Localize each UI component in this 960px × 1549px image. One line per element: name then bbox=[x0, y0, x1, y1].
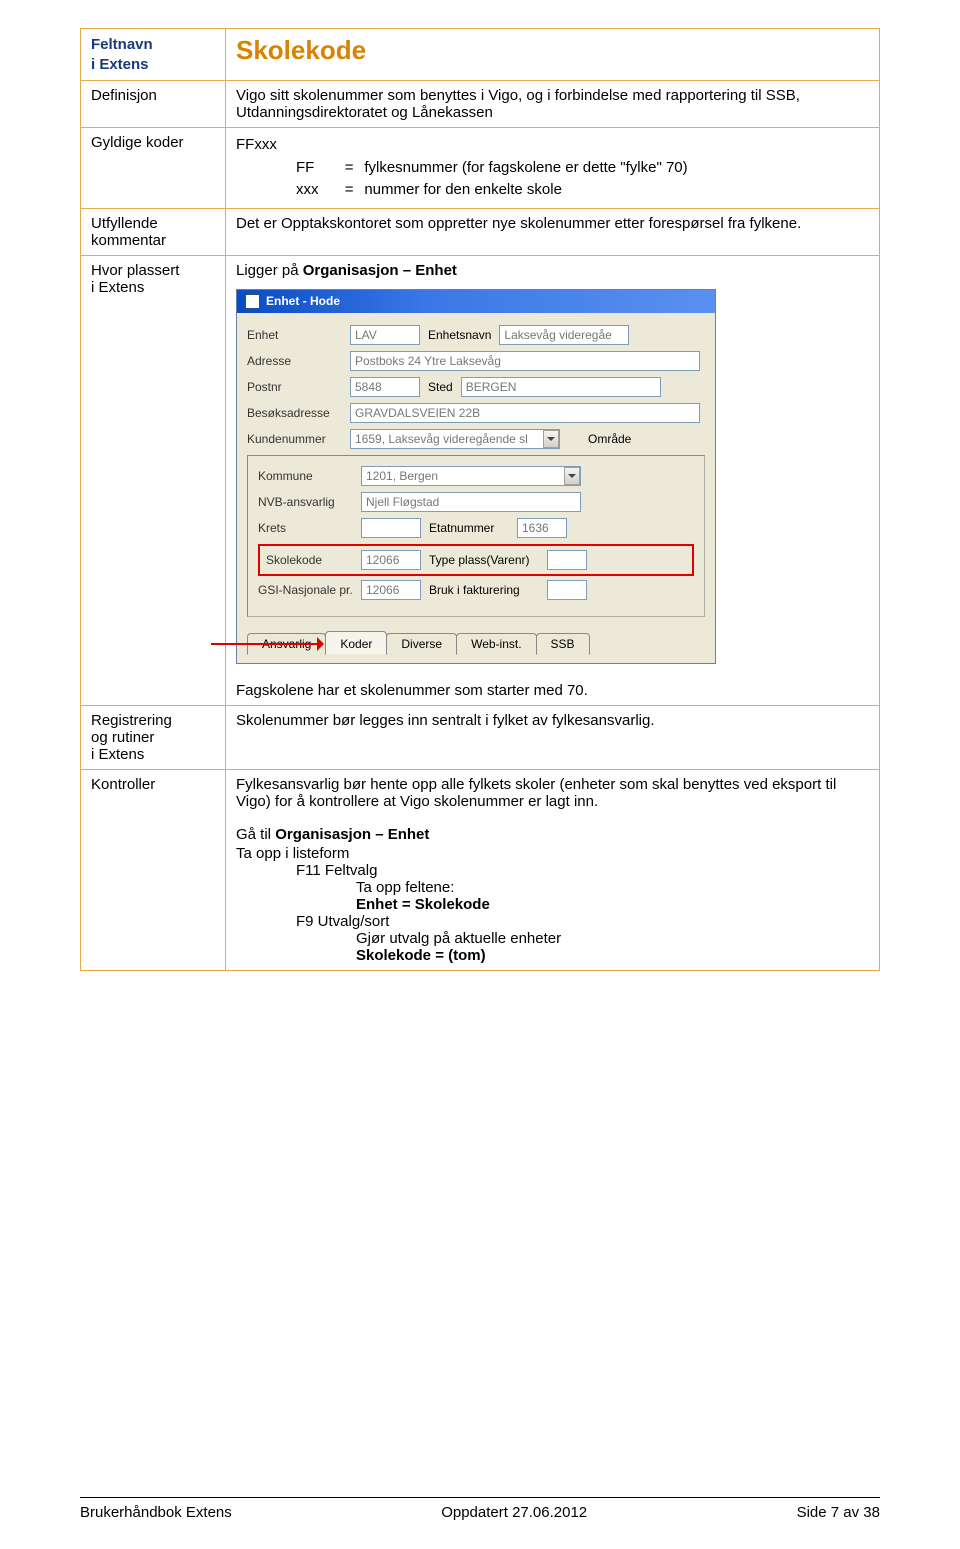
input-nvb[interactable] bbox=[361, 492, 581, 512]
page-footer: Brukerhåndbok Extens Oppdatert 27.06.201… bbox=[80, 1497, 880, 1521]
label-sted: Sted bbox=[428, 380, 453, 394]
reg-label-l1: Registrering bbox=[91, 712, 172, 729]
comment-label: Utfyllende kommentar bbox=[81, 208, 226, 255]
window-titlebar[interactable]: Enhet - Hode bbox=[237, 290, 715, 313]
chevron-down-icon[interactable] bbox=[543, 430, 559, 448]
code-desc-1: fylkesnummer (for fagskolene er dette "f… bbox=[364, 159, 687, 176]
label-omrade: Område bbox=[588, 432, 631, 446]
comment-label-l2: kommentar bbox=[91, 232, 166, 249]
controls-goto-prefix: Gå til bbox=[236, 826, 275, 843]
code-eq-2: = bbox=[338, 179, 360, 202]
placement-label-l2: i Extens bbox=[91, 279, 144, 296]
reg-label-l3: i Extens bbox=[91, 746, 144, 763]
label-enhet: Enhet bbox=[247, 328, 342, 342]
code-main: FFxxx bbox=[236, 134, 869, 157]
controls-f9: F9 Utvalg/sort bbox=[236, 913, 869, 930]
placement-cell: Ligger på Organisasjon – Enhet Enhet - H… bbox=[226, 255, 880, 705]
code-eq-1: = bbox=[338, 157, 360, 180]
footer-right: Side 7 av 38 bbox=[797, 1504, 880, 1521]
info-table: Feltnavn i Extens Skolekode Definisjon V… bbox=[80, 28, 880, 971]
input-kommune[interactable] bbox=[361, 466, 581, 486]
window-icon bbox=[245, 294, 260, 309]
code-abbr-xxx: xxx bbox=[296, 179, 334, 202]
input-sted[interactable] bbox=[461, 377, 661, 397]
embedded-screenshot: Enhet - Hode Enhet Enhetsnavn Adresse Po bbox=[236, 289, 716, 664]
field-name-l2: i Extens bbox=[91, 56, 149, 73]
placement-note: Fagskolene har et skolenummer som starte… bbox=[236, 682, 869, 699]
code-line-2: xxx = nummer for den enkelte skole bbox=[236, 179, 869, 202]
label-kommune: Kommune bbox=[258, 469, 353, 483]
controls-f11-fields: Enhet = Skolekode bbox=[236, 896, 869, 913]
footer-center: Oppdatert 27.06.2012 bbox=[441, 1504, 587, 1521]
placement-prefix: Ligger på bbox=[236, 262, 303, 279]
input-enhet[interactable] bbox=[350, 325, 420, 345]
definition-text: Vigo sitt skolenummer som benyttes i Vig… bbox=[226, 81, 880, 128]
input-enhetsnavn[interactable] bbox=[499, 325, 629, 345]
registration-label: Registrering og rutiner i Extens bbox=[81, 705, 226, 769]
field-name-header: Feltnavn i Extens bbox=[81, 29, 226, 81]
placement-label-l1: Hvor plassert bbox=[91, 262, 179, 279]
controls-f9-sub1: Gjør utvalg på aktuelle enheter bbox=[236, 930, 869, 947]
label-besok: Besøksadresse bbox=[247, 406, 342, 420]
label-typeplass: Type plass(Varenr) bbox=[429, 553, 539, 567]
controls-text-1: Fylkesansvarlig bør hente opp alle fylke… bbox=[236, 776, 869, 810]
placement-nav: Organisasjon – Enhet bbox=[303, 262, 457, 279]
label-postnr: Postnr bbox=[247, 380, 342, 394]
input-kunde[interactable] bbox=[350, 429, 560, 449]
comment-text: Det er Opptakskontoret som oppretter nye… bbox=[226, 208, 880, 255]
controls-cell: Fylkesansvarlig bør hente opp alle fylke… bbox=[226, 769, 880, 970]
label-nvb: NVB-ansvarlig bbox=[258, 495, 353, 509]
code-line-1: FF = fylkesnummer (for fagskolene er det… bbox=[236, 157, 869, 180]
label-gsi: GSI-Nasjonale pr. bbox=[258, 583, 353, 597]
label-skolekode: Skolekode bbox=[266, 553, 353, 567]
input-bruk[interactable] bbox=[547, 580, 587, 600]
field-title: Skolekode bbox=[226, 29, 880, 81]
input-postnr[interactable] bbox=[350, 377, 420, 397]
tab-webinst[interactable]: Web-inst. bbox=[456, 633, 536, 655]
label-krets: Krets bbox=[258, 521, 353, 535]
input-krets[interactable] bbox=[361, 518, 421, 538]
valid-codes-label: Gyldige koder bbox=[81, 128, 226, 209]
input-etat[interactable] bbox=[517, 518, 567, 538]
controls-f11: F11 Feltvalg bbox=[236, 862, 869, 879]
code-abbr-ff: FF bbox=[296, 157, 334, 180]
label-kunde: Kundenummer bbox=[247, 432, 342, 446]
controls-f9-sub2: Skolekode = (tom) bbox=[236, 947, 869, 964]
placement-label: Hvor plassert i Extens bbox=[81, 255, 226, 705]
label-adresse: Adresse bbox=[247, 354, 342, 368]
tab-koder[interactable]: Koder bbox=[325, 631, 387, 655]
input-skolekode[interactable] bbox=[361, 550, 421, 570]
label-etat: Etatnummer bbox=[429, 521, 509, 535]
tab-ssb[interactable]: SSB bbox=[536, 633, 590, 655]
input-gsi[interactable] bbox=[361, 580, 421, 600]
inset-panel: Kommune NVB-ansvarlig Krets bbox=[247, 455, 705, 617]
tab-bar: Ansvarlig Koder Diverse Web-inst. SSB bbox=[247, 631, 705, 655]
label-enhetsnavn: Enhetsnavn bbox=[428, 328, 491, 342]
controls-listform: Ta opp i listeform bbox=[236, 845, 869, 862]
valid-codes-cell: FFxxx FF = fylkesnummer (for fagskolene … bbox=[226, 128, 880, 209]
reg-label-l2: og rutiner bbox=[91, 729, 154, 746]
tab-diverse[interactable]: Diverse bbox=[386, 633, 457, 655]
field-name-l1: Feltnavn bbox=[91, 36, 153, 53]
label-bruk: Bruk i fakturering bbox=[429, 583, 539, 597]
controls-label: Kontroller bbox=[81, 769, 226, 970]
code-desc-2: nummer for den enkelte skole bbox=[364, 181, 562, 198]
comment-label-l1: Utfyllende bbox=[91, 215, 158, 232]
controls-goto-nav: Organisasjon – Enhet bbox=[275, 826, 429, 843]
input-typeplass[interactable] bbox=[547, 550, 587, 570]
window-title: Enhet - Hode bbox=[266, 294, 340, 308]
input-besok[interactable] bbox=[350, 403, 700, 423]
input-adresse[interactable] bbox=[350, 351, 700, 371]
chevron-down-icon[interactable] bbox=[564, 467, 580, 485]
skolekode-highlight: Skolekode Type plass(Varenr) bbox=[258, 544, 694, 576]
controls-f11-sub: Ta opp feltene: bbox=[236, 879, 869, 896]
definition-label: Definisjon bbox=[81, 81, 226, 128]
registration-text: Skolenummer bør legges inn sentralt i fy… bbox=[226, 705, 880, 769]
footer-left: Brukerhåndbok Extens bbox=[80, 1504, 232, 1521]
